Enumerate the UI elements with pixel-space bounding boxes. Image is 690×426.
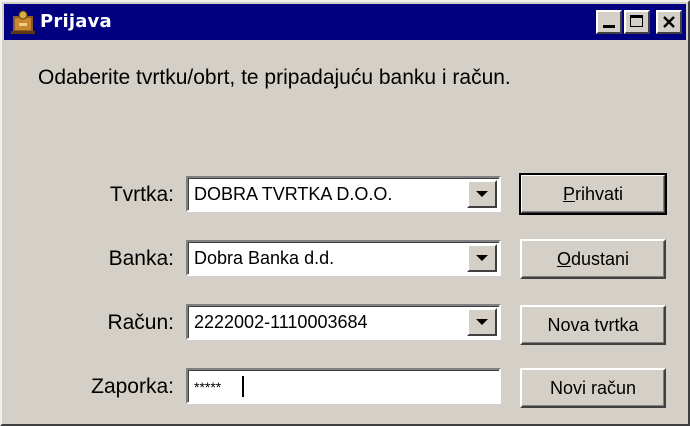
company-select[interactable]: DOBRA TVRTKA D.O.O. [186,176,501,212]
account-value: 2222002-1110003684 [194,312,368,332]
close-button[interactable] [656,10,682,34]
bank-value: Dobra Banka d.d. [194,248,335,268]
accept-label: rihvati [575,184,624,204]
cancel-mnemonic: O [556,249,571,269]
chevron-down-icon [476,255,488,261]
maximize-button[interactable] [624,10,650,34]
accept-button[interactable]: Prihvati [519,173,667,215]
cancel-label: dustani [570,249,630,269]
company-dropdown-button[interactable] [467,180,497,208]
window-title: Prijava [40,11,112,32]
accept-mnemonic: P [562,184,575,204]
bank-label: Banka: [108,247,174,270]
maximize-icon [630,15,643,27]
app-icon[interactable] [10,9,36,35]
instruction-text: Odaberite tvrtku/obrt, te pripadajuću ba… [38,66,511,89]
title-bar[interactable]: Prijava [4,4,686,40]
chevron-down-icon [476,191,488,197]
new-account-button[interactable]: Novi račun [520,368,666,408]
new-company-button[interactable]: Nova tvrtka [520,305,666,345]
password-label: Zaporka: [91,375,174,398]
text-caret [242,376,244,397]
minimize-button[interactable] [596,10,622,34]
account-dropdown-button[interactable] [467,308,497,336]
close-icon [663,16,675,28]
cancel-button[interactable]: Odustani [520,239,666,279]
bank-dropdown-button[interactable] [467,244,497,272]
chevron-down-icon [476,319,488,325]
password-value: ***** [194,379,222,395]
bank-select[interactable]: Dobra Banka d.d. [186,240,501,276]
account-label: Račun: [107,311,174,334]
company-value: DOBRA TVRTKA D.O.O. [194,184,393,204]
minimize-icon [603,25,615,28]
password-field[interactable]: ***** [186,368,501,404]
company-label: Tvrtka: [109,183,174,206]
login-dialog: Prijava Odaberite tvrtku/obrt, te pripad… [0,0,690,426]
account-select[interactable]: 2222002-1110003684 [186,304,501,340]
